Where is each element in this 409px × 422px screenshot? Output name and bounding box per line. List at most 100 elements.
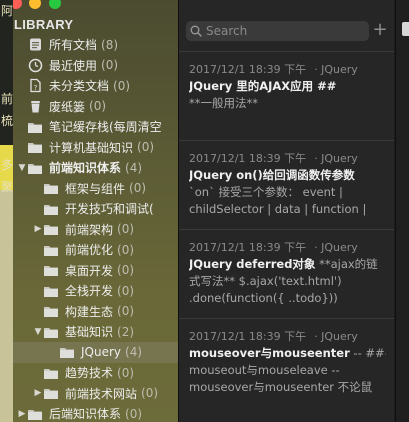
folder-icon: [59, 344, 75, 360]
sidebar-item[interactable]: ▶ 前端技术网站 (0): [13, 383, 178, 404]
sidebar-item[interactable]: 全栈开发 (0): [13, 280, 178, 301]
folder-icon: [43, 221, 59, 237]
close-window-button[interactable]: [13, 0, 22, 9]
sidebar-item[interactable]: ▶ 后端知识体系 (0): [13, 403, 178, 422]
sidebar-item-count: (4): [125, 160, 143, 175]
disclosure-expanded-icon[interactable]: ▼: [33, 327, 43, 337]
sidebar-item-label: 前端架构: [65, 222, 114, 237]
background-window-strip: 阿前梳多聚: [0, 0, 13, 422]
background-char: [1, 242, 13, 264]
sidebar-item[interactable]: 前端优化 (0): [13, 239, 178, 260]
sidebar-item[interactable]: ? 未分类文档 (0): [13, 75, 178, 96]
background-char: 前: [1, 92, 13, 106]
background-char: 多: [1, 158, 13, 172]
background-char: [1, 374, 13, 396]
sidebar-item[interactable]: 废纸篓 (0): [13, 96, 178, 117]
sidebar-item[interactable]: ▼ 前端知识体系 (4): [13, 157, 178, 178]
background-char: [1, 220, 13, 242]
sidebar-item[interactable]: 最近使用 (0): [13, 55, 178, 76]
sidebar-item-count: (0): [117, 222, 135, 236]
app-window: 阿前梳多聚 LIBRARY 所有文档 (8) 最近使用 (0)? 未分类文档 (0) 废纸篓…: [0, 0, 409, 422]
sidebar-item-label: 前端优化: [65, 243, 114, 257]
sidebar-item-label: 基础知识: [65, 325, 114, 339]
background-char: [1, 66, 13, 88]
note-list-item[interactable]: 2017/12/1 18:39 下午 · JQuery JQuery 里的AJAX应…: [179, 51, 394, 140]
sidebar-item-count: (0): [117, 304, 135, 318]
sidebar-item[interactable]: 开发技巧和调试(: [13, 198, 178, 219]
disclosure-collapsed-icon[interactable]: ▶: [33, 224, 43, 234]
sidebar-item[interactable]: 笔记缓存栈(每周清空: [13, 116, 178, 137]
note-meta: 2017/12/1 18:39 下午 · JQuery: [189, 150, 386, 165]
folder-icon: [43, 262, 59, 278]
note-list-pane: + 2017/12/1 18:39 下午 · JQuery JQuery 里的AJA…: [179, 0, 394, 422]
note-date: 2017/12/1 18:39 下午: [189, 330, 307, 343]
background-char: [1, 352, 13, 374]
disclosure-collapsed-icon[interactable]: ▶: [17, 409, 27, 419]
sidebar-item-label: 全栈开发: [65, 284, 114, 298]
folder-icon: [43, 324, 59, 340]
note-preview: JQuery 里的AJAX应用 ## **一般用法**: [189, 78, 386, 112]
sidebar-item[interactable]: 桌面开发 (0): [13, 260, 178, 281]
note-list-item[interactable]: 2017/12/1 18:39 下午 · JQuery JQuery deferre…: [179, 229, 394, 318]
sidebar-item-count: (0): [125, 406, 143, 421]
minimize-window-button[interactable]: [29, 0, 41, 9]
search-input[interactable]: [206, 24, 356, 38]
folder-icon: [43, 385, 59, 401]
sidebar-item-label: JQuery: [81, 345, 122, 359]
folder-icon: [27, 139, 43, 155]
sidebar-item-count: (0): [89, 99, 107, 113]
sidebar-item-label: 后端知识体系: [49, 407, 122, 421]
sidebar-item-label: 桌面开发: [65, 263, 114, 278]
background-char: [1, 308, 13, 330]
note-preview-line: mouseover与mouseenter 不论鼠: [189, 380, 373, 394]
note-preview-line: childSelector | data | function |: [189, 202, 367, 216]
zoom-window-button[interactable]: [49, 0, 61, 9]
folder-icon: [27, 406, 43, 422]
sidebar-item[interactable]: 趋势技术 (0): [13, 362, 178, 383]
note-meta: 2017/12/1 18:39 下午 · JQuery: [189, 328, 386, 343]
sidebar-item[interactable]: 所有文档 (8): [13, 34, 178, 55]
sidebar-item[interactable]: 框架与组件 (0): [13, 178, 178, 199]
background-char: [1, 264, 13, 286]
note-preview: JQuery deferred对象 **ajax的链 式写法** $.ajax('…: [189, 256, 386, 307]
background-char: [1, 286, 13, 308]
background-text: 阿前梳多聚: [1, 0, 13, 418]
background-char: 阿: [1, 4, 13, 18]
note-list-item[interactable]: 2017/12/1 18:39 下午 · JQuery mouseover与mous…: [179, 318, 394, 422]
sidebar-item-label: 前端知识体系: [49, 161, 122, 175]
sidebar-item-label: 未分类文档: [49, 79, 110, 93]
note-list-item[interactable]: 2017/12/1 18:39 下午 · JQuery JQuery on()给回调…: [179, 140, 394, 229]
sidebar-item-count: (0): [117, 263, 135, 277]
sidebar-item-count: (0): [137, 140, 155, 154]
disclosure-collapsed-icon[interactable]: ▶: [33, 388, 43, 398]
note-preview: mouseover与mouseenter -- ### mouseout与mous…: [189, 345, 386, 396]
sidebar-item[interactable]: 计算机基础知识 (0): [13, 137, 178, 158]
sidebar-item-count: (0): [117, 283, 135, 298]
library-heading: LIBRARY: [14, 17, 74, 32]
sidebar-item[interactable]: 构建生态 (0): [13, 301, 178, 322]
background-char: [1, 22, 13, 44]
editor-tab-edge[interactable]: [402, 22, 409, 36]
note-preview-text: **ajax的链: [315, 257, 378, 271]
sidebar-item[interactable]: ▶ 前端架构 (0): [13, 219, 178, 240]
add-note-button[interactable]: +: [372, 19, 388, 41]
sidebar-item-label: 构建生态: [65, 304, 114, 319]
sidebar-item[interactable]: ▼ 基础知识 (2): [13, 321, 178, 342]
background-char: [1, 330, 13, 352]
sidebar-item-label: 开发技巧和调试(: [65, 202, 154, 216]
search-box[interactable]: [186, 21, 369, 41]
note-preview-line: .done(function({ ..todo})): [189, 291, 338, 305]
note-title: mouseover与mouseenter: [189, 346, 350, 360]
note-title: JQuery deferred对象: [189, 257, 316, 271]
trash-icon: [27, 98, 43, 114]
note-preview-line: **一般用法**: [189, 96, 258, 110]
note-title: JQuery on()给回调函数传参数: [189, 168, 355, 182]
note-folder-tag: · JQuery: [314, 330, 358, 343]
folder-icon: [43, 283, 59, 299]
sidebar-item-count: (0): [141, 386, 159, 400]
sidebar-item[interactable]: JQuery (4): [13, 341, 178, 363]
disclosure-expanded-icon[interactable]: ▼: [17, 163, 27, 173]
note-preview: JQuery on()给回调函数传参数 `on` 接受三个参数： event | c…: [189, 167, 386, 218]
library-sidebar: LIBRARY 所有文档 (8) 最近使用 (0)? 未分类文档 (0) 废纸篓 (0) 笔记缓…: [13, 0, 178, 422]
sidebar-item-label: 趋势技术: [65, 366, 114, 380]
